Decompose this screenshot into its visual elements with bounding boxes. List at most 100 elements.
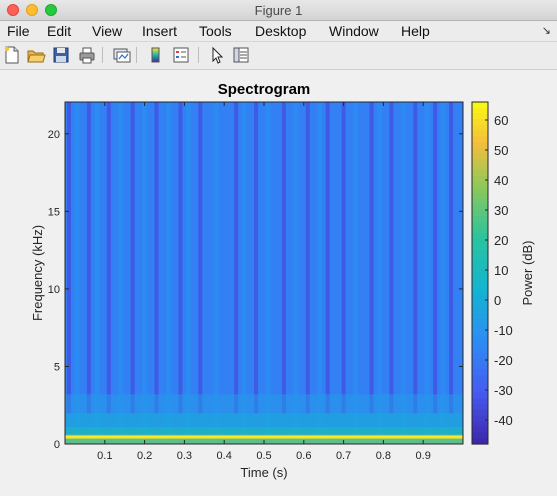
- print-icon[interactable]: [77, 45, 97, 65]
- colorbar-segment: [472, 136, 488, 143]
- menu-edit[interactable]: Edit: [47, 23, 71, 39]
- insert-legend-icon[interactable]: [171, 45, 191, 65]
- colorbar-segment: [472, 233, 488, 240]
- heatmap-dark-stripe: [389, 102, 394, 414]
- colorbar-segment: [472, 335, 488, 342]
- colorbar-segment: [472, 170, 488, 177]
- colorbar-segment: [472, 421, 488, 428]
- colorbar-segment: [472, 221, 488, 228]
- colorbar-segment: [472, 227, 488, 234]
- y-tick-label: 5: [54, 361, 60, 373]
- heatmap-light-stripe: [241, 102, 247, 444]
- heatmap-light-stripe: [118, 102, 124, 444]
- x-tick-label: 0.5: [256, 450, 271, 462]
- insert-colorbar-icon[interactable]: [146, 45, 166, 65]
- menu-view[interactable]: View: [92, 23, 122, 39]
- colorbar-segment: [472, 301, 488, 308]
- colorbar-segment: [472, 426, 488, 434]
- colorbar-segment: [472, 392, 488, 399]
- menu-file[interactable]: File: [7, 23, 30, 39]
- colorbar-segment: [472, 432, 488, 439]
- colorbar-segment: [472, 290, 488, 297]
- menu-desktop[interactable]: Desktop: [255, 23, 306, 39]
- link-plot-icon[interactable]: [111, 45, 131, 65]
- heatmap-light-stripe: [353, 102, 359, 444]
- heatmap-dark-stripe: [449, 102, 454, 414]
- edit-plot-icon[interactable]: [207, 45, 227, 65]
- colorbar-segment: [472, 187, 488, 194]
- colorbar-tick-label: 60: [494, 113, 508, 128]
- colorbar-segment: [472, 369, 488, 377]
- heatmap-dark-stripe: [305, 102, 310, 414]
- colorbar-segment: [472, 341, 488, 348]
- colorbar-segment: [472, 318, 488, 325]
- x-tick-label: 0.6: [296, 450, 311, 462]
- colorbar-tick-label: -20: [494, 353, 513, 368]
- chart-title: Spectrogram: [218, 81, 311, 98]
- menu-tools[interactable]: Tools: [199, 23, 232, 39]
- heatmap-light-stripe: [74, 102, 80, 444]
- x-tick-label: 0.4: [217, 450, 232, 462]
- colorbar-segment: [472, 193, 488, 200]
- heatmap-dark-stripe: [198, 102, 203, 414]
- colorbar-segment: [472, 415, 488, 422]
- colorbar-segment: [472, 255, 488, 263]
- heatmap-light-stripe: [440, 102, 446, 444]
- y-axis-label: Frequency (kHz): [30, 225, 45, 321]
- heatmap-dark-stripe: [254, 102, 259, 414]
- property-inspector-icon[interactable]: [231, 45, 251, 65]
- colorbar-segment: [472, 284, 488, 291]
- heatmap-light-stripe: [213, 102, 219, 444]
- colorbar-segment: [472, 159, 488, 166]
- colorbar-tick-label: 20: [494, 233, 508, 248]
- figure-window: Figure 1 File Edit View Insert Tools Des…: [0, 0, 557, 491]
- x-tick-label: 0.1: [97, 450, 112, 462]
- title-bar: Figure 1: [0, 0, 557, 21]
- heatmap-dark-stripe: [341, 102, 346, 414]
- heatmap-light-stripe: [185, 102, 191, 444]
- heatmap-dark-stripe: [433, 102, 438, 414]
- heatmap-light-stripe: [94, 102, 100, 444]
- colorbar-tick-label: -40: [494, 413, 513, 428]
- toolbar-separator: [136, 47, 137, 63]
- x-tick-label: 0.9: [416, 450, 431, 462]
- open-file-icon[interactable]: [26, 45, 46, 65]
- colorbar-segment: [472, 330, 488, 337]
- colorbar-tick-label: 40: [494, 173, 508, 188]
- menu-help[interactable]: Help: [401, 23, 430, 39]
- new-figure-icon[interactable]: [2, 45, 22, 65]
- heatmap-dark-stripe: [154, 102, 159, 414]
- heatmap-dark-stripe: [369, 102, 374, 414]
- menu-insert[interactable]: Insert: [142, 23, 177, 39]
- spectrogram-heatmap: [65, 102, 463, 444]
- heatmap-dark-stripe: [325, 102, 330, 414]
- colorbar-segment: [472, 404, 488, 411]
- colorbar-tick-label: 0: [494, 293, 501, 308]
- colorbar-segment: [472, 107, 488, 114]
- colorbar-segment: [472, 164, 488, 171]
- heatmap-dark-stripe: [234, 102, 239, 414]
- colorbar-segment: [472, 198, 488, 206]
- x-tick-label: 0.3: [177, 450, 192, 462]
- colorbar-segment: [472, 409, 488, 417]
- menu-bar: File Edit View Insert Tools Desktop Wind…: [0, 21, 557, 42]
- save-icon[interactable]: [51, 45, 71, 65]
- colorbar-segment: [472, 375, 488, 382]
- dock-arrow-icon[interactable]: ↘: [542, 24, 551, 37]
- heatmap-dark-stripe: [178, 102, 183, 414]
- colorbar-segment: [472, 210, 488, 217]
- colorbar-segment: [472, 352, 488, 360]
- heatmap-dark-stripe: [281, 102, 286, 414]
- colorbar-segment: [472, 261, 488, 268]
- menu-window[interactable]: Window: [329, 23, 379, 39]
- figure-toolbar: [0, 42, 557, 70]
- colorbar[interactable]: 60 50 40 30 20 10 0 -10 -20 -30 -40: [471, 101, 513, 445]
- heatmap-dark-stripe: [130, 102, 135, 414]
- heatmap-dark-stripe: [106, 102, 111, 414]
- y-tick-label: 0: [54, 439, 60, 451]
- toolbar-separator: [102, 47, 103, 63]
- spectrogram-plot: Spectrogram 0.1 0.2 0.3 0.4 0.5 0.6 0.7 0.8 0.9 …: [30, 81, 535, 480]
- colorbar-label: Power (dB): [520, 240, 535, 305]
- heatmap-dark-stripe: [86, 102, 91, 414]
- y-tick-label: 10: [48, 284, 60, 296]
